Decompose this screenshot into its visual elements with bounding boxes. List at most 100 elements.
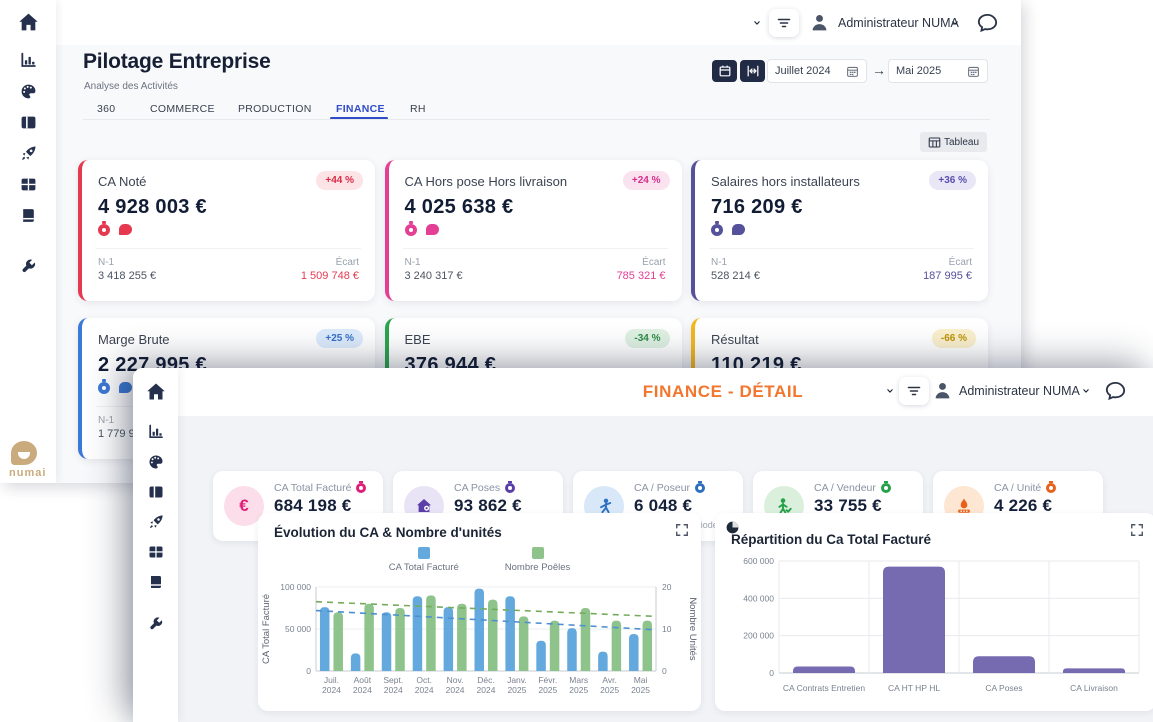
svg-text:2024: 2024 [477,685,496,695]
sidebar-rocket-icon[interactable] [20,145,37,162]
expand-icon[interactable] [1130,523,1144,537]
stopwatch-icon[interactable] [98,224,110,236]
n1-label: N-1 [98,257,114,268]
sidebar-book-icon[interactable] [20,207,37,224]
svg-text:50 000: 50 000 [285,624,311,634]
sidebar-table-icon[interactable] [20,176,37,193]
svg-text:20: 20 [662,582,672,592]
sidebar-columns-icon[interactable] [20,114,37,131]
user-menu-chevron-icon[interactable] [1081,386,1091,396]
sidebar-book-icon[interactable] [148,574,164,590]
evolution-chart: 050 000100 00001020Juil.2024Août2024Sept… [258,579,700,705]
svg-text:Nombre Unités: Nombre Unités [687,597,698,661]
kpi-value: 4 025 638 € [405,196,514,219]
kpi-card-title: Salaires hors installateurs [711,174,860,189]
svg-text:2024: 2024 [322,685,341,695]
comment-icon[interactable] [119,224,132,235]
user-menu[interactable]: Administrateur NUMA [959,384,1080,398]
svg-text:400 000: 400 000 [743,593,774,603]
n1-label: N-1 [405,257,421,268]
filter-button[interactable] [899,377,929,405]
stopwatch-icon[interactable] [98,382,110,394]
date-from-input[interactable]: Juillet 2024 [767,59,867,83]
svg-text:10: 10 [662,624,672,634]
calendar-icon [718,64,732,78]
date-to-input[interactable]: Mai 2025 [888,59,988,83]
sidebar-rocket-icon[interactable] [148,514,164,530]
tab-finance[interactable]: FINANCE [336,103,385,115]
svg-text:2025: 2025 [538,685,557,695]
tab-commerce[interactable]: COMMERCE [150,103,215,115]
collapse-chevron-icon[interactable] [752,18,762,28]
date-from-value: Juillet 2024 [775,65,831,77]
ecart-value: 1 509 748 € [301,270,359,282]
svg-text:Oct.: Oct. [416,675,432,685]
avatar-icon[interactable] [810,13,829,32]
stopwatch-icon[interactable] [711,224,723,236]
stopwatch-icon[interactable] [881,483,891,493]
kpi-card-title: CA Hors pose Hors livraison [405,174,568,189]
avatar-icon[interactable] [933,381,952,400]
repartition-chart-card: Répartition du Ca Total Facturé 0200 000… [715,513,1153,711]
filter-icon [906,383,922,399]
sidebar-analytics-icon[interactable] [148,424,164,440]
sidebar-home-icon[interactable] [146,382,166,402]
svg-text:Janv.: Janv. [507,675,527,685]
tableau-button[interactable]: Tableau [920,132,987,152]
expand-icon[interactable] [675,523,689,537]
range-mode-button[interactable] [740,60,765,82]
stopwatch-icon[interactable] [356,483,366,493]
sidebar-analytics-icon[interactable] [20,52,37,69]
stopwatch-icon[interactable] [695,483,705,493]
kpi-delta-badge: +44 % [316,171,363,190]
chat-icon[interactable] [1105,380,1126,401]
svg-text:2025: 2025 [507,685,526,695]
chat-icon[interactable] [977,12,998,33]
detail-kpi-label: CA Poses [454,482,500,494]
svg-text:Déc.: Déc. [477,675,494,685]
ecart-label: Écart [949,257,972,268]
tab-rh[interactable]: RH [410,103,426,115]
filter-button[interactable] [769,9,799,37]
sidebar-palette-icon[interactable] [148,454,164,470]
svg-text:0: 0 [769,668,774,678]
tab-360[interactable]: 360 [97,103,115,115]
main-sidebar: numai [0,0,56,483]
legend-label-ca: CA Total Facturé [389,562,459,573]
collapse-chevron-icon[interactable] [885,386,895,396]
table-icon [928,136,941,149]
stopwatch-icon[interactable] [1046,483,1056,493]
tab-production[interactable]: PRODUCTION [238,103,312,115]
calendar-mode-button[interactable] [712,60,737,82]
numa-logo-text: numai [9,467,46,479]
user-menu-chevron-icon[interactable] [950,18,960,28]
sidebar-columns-icon[interactable] [148,484,164,500]
page-title: Pilotage Entreprise [83,50,271,74]
svg-text:2024: 2024 [353,685,372,695]
kpi-delta-badge: +36 % [929,171,976,190]
kpi-delta-badge: -34 % [625,329,669,348]
n1-value: 528 214 € [711,270,760,282]
kpi-card-title: Résultat [711,332,759,347]
comment-icon[interactable] [426,224,439,235]
comment-icon[interactable] [732,224,745,235]
ecart-label: Écart [642,257,665,268]
svg-text:2024: 2024 [415,685,434,695]
sidebar-home-icon[interactable] [18,12,39,33]
svg-text:200 000: 200 000 [743,631,774,641]
kpi-delta-badge: +24 % [623,171,670,190]
svg-text:0: 0 [662,666,667,676]
comment-icon[interactable] [119,382,132,393]
sidebar-palette-icon[interactable] [20,83,37,100]
stopwatch-icon[interactable] [405,224,417,236]
sidebar-table-icon[interactable] [148,544,164,560]
chart-legend: CA Total Facturé Nombre Poêles [258,547,701,573]
n1-label: N-1 [711,257,727,268]
sidebar-wrench-icon[interactable] [20,258,37,275]
numa-logo [11,441,37,465]
kpi-delta-badge: +25 % [316,329,363,348]
kpi-delta-badge: -66 % [932,329,976,348]
sidebar-wrench-icon[interactable] [148,616,164,632]
stopwatch-icon[interactable] [505,483,515,493]
user-menu[interactable]: Administrateur NUMA [838,16,959,30]
